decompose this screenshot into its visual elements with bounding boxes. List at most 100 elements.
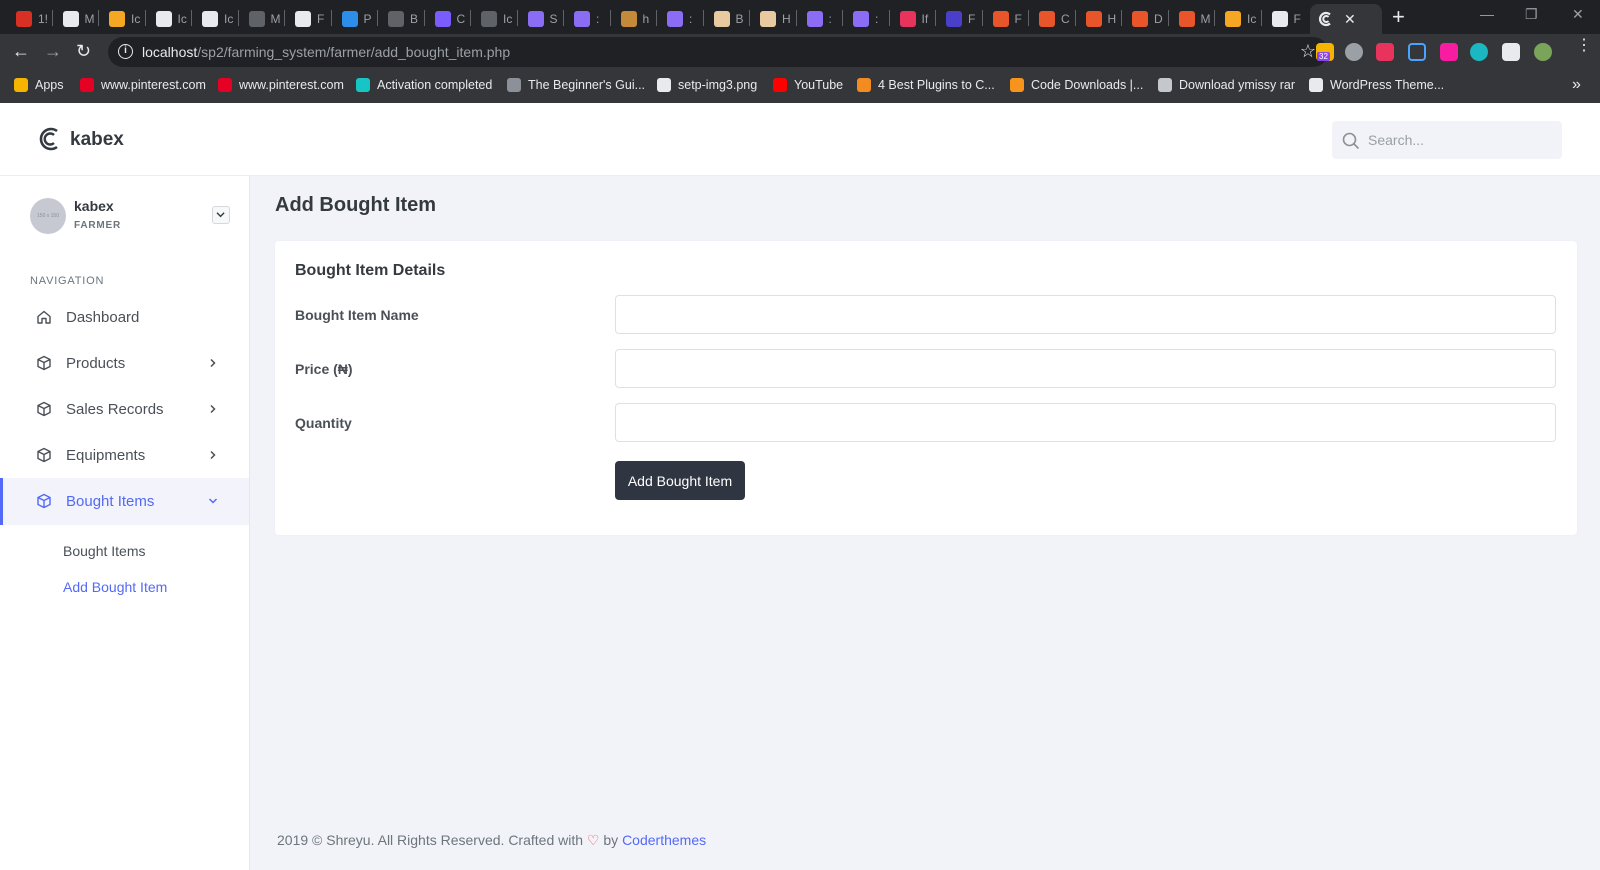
browser-tab[interactable]: C — [427, 5, 467, 33]
tab-separator — [1214, 10, 1215, 26]
bookmark-item[interactable]: setp-img3.png — [657, 78, 757, 92]
bookmark-item[interactable]: www.pinterest.com — [218, 78, 344, 92]
tab-title: M — [1200, 12, 1211, 26]
quantity-input[interactable] — [615, 403, 1556, 442]
expand-extension-icon[interactable] — [1408, 43, 1426, 61]
bookmark-label: 4 Best Plugins to C... — [878, 78, 995, 92]
back-button[interactable]: ← — [12, 40, 30, 62]
camera-extension-icon[interactable] — [1345, 43, 1363, 61]
profile-avatar[interactable] — [1534, 43, 1552, 61]
extension-icon[interactable] — [1470, 43, 1488, 61]
bookmarks-bar: Apps www.pinterest.com www.pinterest.com Ac… — [0, 70, 1600, 103]
close-tab-icon[interactable]: ✕ — [1344, 11, 1356, 28]
browser-tab[interactable]: M — [241, 5, 281, 33]
browser-tab[interactable]: : — [659, 5, 699, 33]
footer-copyright: 2019 © Shreyu. All Rights Reserved. Craf… — [277, 832, 584, 848]
heart-icon: ♡ — [586, 832, 600, 848]
bookmark-item[interactable]: Activation completed — [356, 78, 492, 92]
browser-tab[interactable]: : — [799, 5, 839, 33]
browser-tab[interactable]: Ic — [473, 5, 513, 33]
bookmark-item[interactable]: YouTube — [773, 78, 843, 92]
tab-title: Ic — [131, 12, 141, 26]
sidebar-subitem-add-bought-item[interactable]: Add Bought Item — [63, 579, 167, 595]
avatar[interactable]: 150 x 150 — [30, 198, 66, 234]
bookmark-label: Apps — [35, 78, 64, 92]
browser-tab[interactable]: H — [752, 5, 792, 33]
close-window-button[interactable]: ✕ — [1572, 6, 1584, 23]
sidebar-item-label: Dashboard — [66, 309, 140, 326]
browser-tab[interactable]: B — [380, 5, 420, 33]
upwork-extension-icon[interactable] — [1440, 43, 1458, 61]
browser-tab[interactable]: M — [55, 5, 95, 33]
bookmark-item[interactable]: Apps — [14, 78, 64, 92]
brand-name[interactable]: kabex — [70, 129, 124, 151]
browser-tab[interactable]: Ic — [1217, 5, 1257, 33]
bookmark-item[interactable]: Download ymissy rar — [1158, 78, 1295, 92]
bookmark-item[interactable]: 4 Best Plugins to C... — [857, 78, 995, 92]
tab-favicon-icon — [527, 11, 544, 27]
browser-menu-icon[interactable]: ⋮ — [1576, 38, 1592, 54]
user-menu-button[interactable] — [212, 206, 230, 224]
add-bought-item-button[interactable]: Add Bought Item — [615, 461, 745, 500]
tab-separator — [191, 10, 192, 26]
search-input[interactable] — [1368, 122, 1558, 158]
app-topbar: kabex — [0, 103, 1600, 176]
price-input[interactable] — [615, 349, 1556, 388]
forward-button[interactable]: → — [44, 40, 62, 62]
tab-separator — [656, 10, 657, 26]
browser-tab[interactable]: 1! — [8, 5, 48, 33]
browser-tab[interactable]: D — [1124, 5, 1164, 33]
browser-tab[interactable]: B — [706, 5, 746, 33]
browser-tab[interactable]: If — [892, 5, 932, 33]
browser-tab[interactable]: H — [1078, 5, 1118, 33]
reload-button[interactable]: ↻ — [76, 40, 91, 62]
puzzle-extensions-icon[interactable] — [1502, 43, 1520, 61]
minimize-window-button[interactable]: — — [1480, 6, 1494, 22]
coderthemes-link[interactable]: Coderthemes — [622, 832, 706, 848]
browser-tab[interactable]: Ic — [148, 5, 188, 33]
browser-tab[interactable]: S — [520, 5, 560, 33]
sidebar: 150 x 150 kabex FARMER NAVIGATION Dashbo… — [0, 176, 250, 870]
new-tab-button[interactable]: + — [1392, 6, 1405, 28]
extension-icon[interactable] — [1376, 43, 1394, 61]
site-info-icon[interactable]: i — [118, 44, 133, 59]
browser-tab[interactable]: : — [566, 5, 606, 33]
tab-separator — [98, 10, 99, 26]
sidebar-subitem-bought-items[interactable]: Bought Items — [63, 543, 146, 559]
plugin-icon — [857, 78, 871, 92]
tab-favicon-icon — [341, 11, 358, 27]
sidebar-item-products[interactable]: Products — [0, 340, 249, 387]
browser-tab[interactable]: F — [938, 5, 978, 33]
browser-tab[interactable]: P — [334, 5, 374, 33]
browser-tab[interactable]: F — [287, 5, 327, 33]
more-bookmarks-icon[interactable]: » — [1572, 76, 1581, 94]
address-bar[interactable]: i localhost/sp2/farming_system/farmer/ad… — [108, 37, 1328, 67]
bookmark-item[interactable]: www.pinterest.com — [80, 78, 206, 92]
url-text[interactable]: localhost/sp2/farming_system/farmer/add_… — [142, 44, 510, 60]
url-host: localhost — [142, 44, 198, 60]
bookmark-item[interactable]: WordPress Theme... — [1309, 78, 1444, 92]
browser-tab[interactable]: Ic — [194, 5, 234, 33]
browser-tab[interactable]: M — [1171, 5, 1211, 33]
tab-separator — [935, 10, 936, 26]
pinterest-icon — [218, 78, 232, 92]
item-name-input[interactable] — [615, 295, 1556, 334]
browser-tab[interactable]: F — [985, 5, 1025, 33]
tab-active[interactable]: ✕ — [1310, 4, 1382, 34]
package-icon — [37, 401, 51, 417]
sidebar-item-dashboard[interactable]: Dashboard — [0, 294, 249, 341]
restore-window-button[interactable]: ❐ — [1525, 6, 1538, 23]
browser-tab[interactable]: F — [1264, 5, 1304, 33]
footer-by: by — [603, 832, 619, 848]
sidebar-item-equipments[interactable]: Equipments — [0, 432, 249, 479]
tab-separator — [1260, 10, 1262, 26]
browser-tab[interactable]: Ic — [101, 5, 141, 33]
browser-tab[interactable]: h — [613, 5, 653, 33]
bookmark-item[interactable]: The Beginner's Gui... — [507, 78, 645, 92]
browser-tab[interactable]: : — [845, 5, 885, 33]
sidebar-item-bought-items[interactable]: Bought Items — [0, 478, 249, 525]
bookmark-star-icon[interactable]: ☆ — [1300, 41, 1316, 62]
bookmark-item[interactable]: Code Downloads |... — [1010, 78, 1143, 92]
sidebar-item-sales-records[interactable]: Sales Records — [0, 386, 249, 433]
browser-tab[interactable]: C — [1031, 5, 1071, 33]
